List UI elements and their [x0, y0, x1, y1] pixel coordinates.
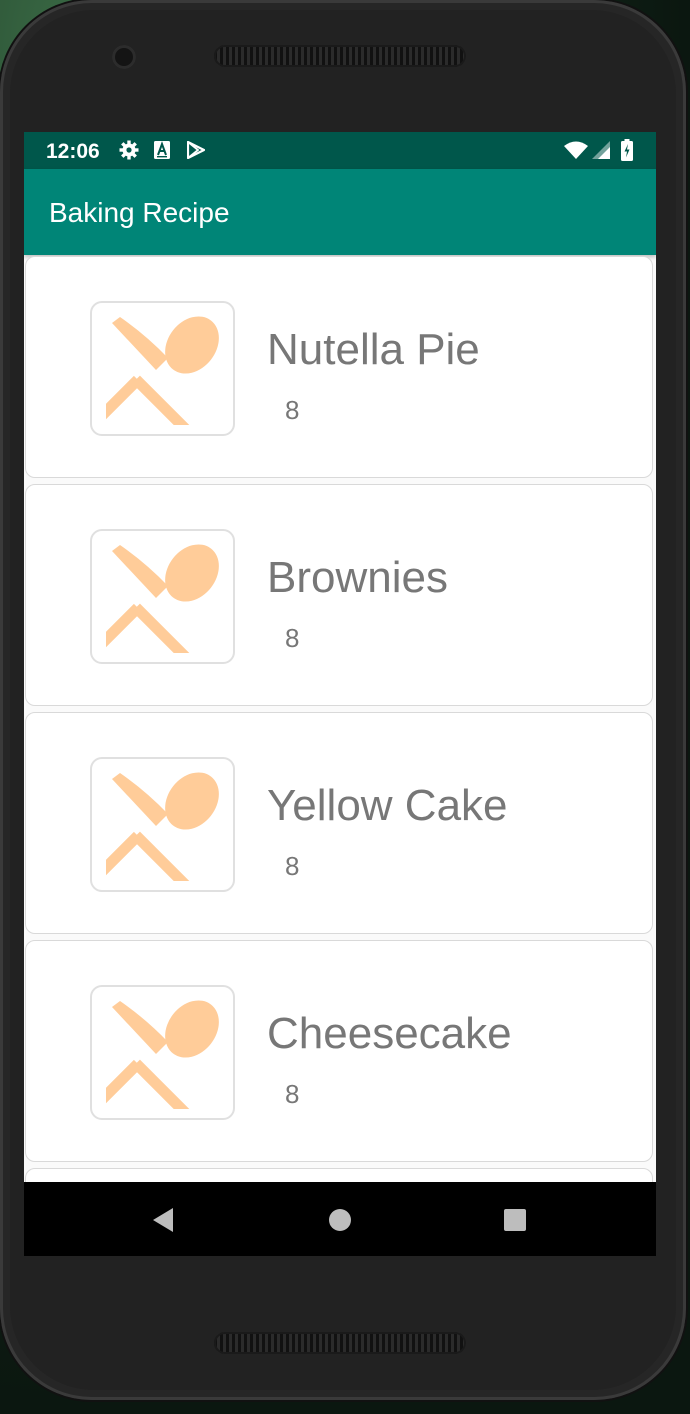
recipe-thumbnail	[90, 985, 235, 1120]
utensils-icon	[106, 544, 219, 653]
phone-frame: 12:06 Baking Recipe Nutella Pie 8 Browni…	[0, 0, 686, 1400]
recipe-servings: 8	[285, 623, 300, 653]
recipe-thumbnail	[90, 529, 235, 664]
recipe-thumbnail	[90, 301, 235, 436]
status-bar: 12:06	[24, 132, 656, 169]
recipe-name: Nutella Pie	[267, 325, 480, 374]
home-icon[interactable]	[325, 1206, 355, 1234]
recipe-thumbnail	[90, 757, 235, 892]
status-time: 12:06	[46, 140, 100, 163]
recipe-card-nutella-pie[interactable]: Nutella Pie 8	[25, 256, 653, 478]
utensils-icon	[106, 772, 219, 881]
recipe-name: Cheesecake	[267, 1009, 512, 1058]
gear-icon	[118, 140, 140, 160]
recipe-servings: 8	[285, 1079, 300, 1109]
a-keyboard-icon	[153, 140, 171, 160]
utensils-icon	[106, 1000, 219, 1109]
app-title: Baking Recipe	[49, 197, 230, 228]
recipe-servings: 8	[285, 395, 300, 425]
play-store-icon	[186, 140, 206, 160]
recipe-name: Brownies	[267, 553, 448, 602]
recipe-card-brownies[interactable]: Brownies 8	[25, 484, 653, 706]
back-icon[interactable]	[148, 1206, 178, 1234]
recipe-card-partial[interactable]	[25, 1168, 653, 1182]
device-screen: 12:06 Baking Recipe Nutella Pie 8 Browni…	[24, 132, 656, 1256]
battery-charging-icon	[620, 139, 634, 161]
utensils-icon	[106, 316, 219, 425]
signal-icon	[591, 140, 611, 160]
recipe-servings: 8	[285, 851, 300, 881]
app-bar: Baking Recipe	[24, 169, 656, 255]
recipe-list[interactable]: Nutella Pie 8 Brownies 8 Yellow Cake 8 C…	[24, 255, 656, 1182]
navigation-bar	[24, 1182, 656, 1256]
recents-icon[interactable]	[500, 1206, 530, 1234]
recipe-card-yellow-cake[interactable]: Yellow Cake 8	[25, 712, 653, 934]
recipe-card-cheesecake[interactable]: Cheesecake 8	[25, 940, 653, 1162]
recipe-name: Yellow Cake	[267, 781, 508, 830]
front-camera	[112, 45, 136, 69]
wifi-icon	[564, 140, 588, 160]
earpiece-speaker	[214, 45, 466, 67]
bottom-speaker	[214, 1332, 466, 1354]
